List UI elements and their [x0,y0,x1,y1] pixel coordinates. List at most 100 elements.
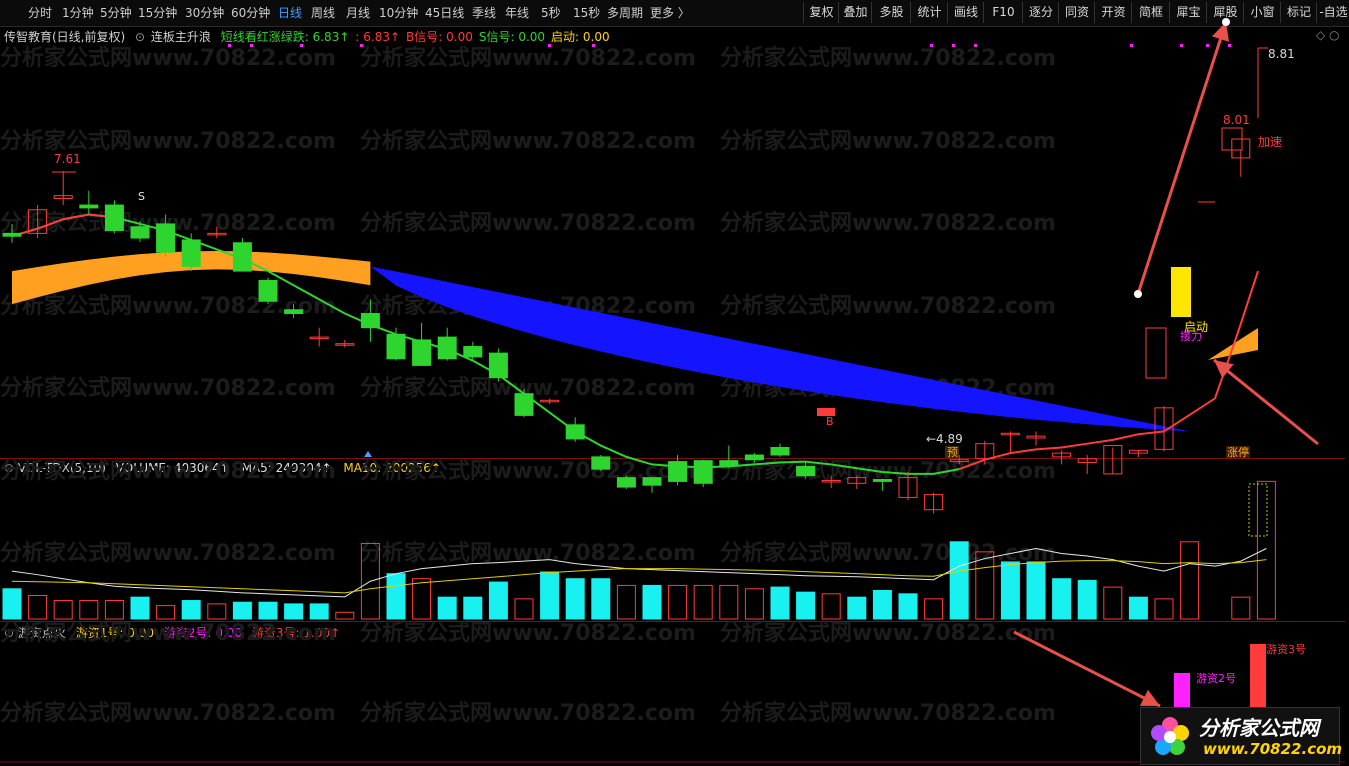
watermark-text: 分析家公式网www.70822.com [360,620,696,646]
candle-body[interactable] [488,352,508,379]
volume-bar [591,578,611,620]
candle-body[interactable] [79,204,99,209]
ma-band-layer [12,250,1258,432]
accelerate-label: 加速 [1258,135,1282,149]
logo-title: 分析家公式网 [1199,716,1319,740]
watermark-text: 分析家公式网www.70822.com [720,620,1056,646]
volume-bar [616,584,636,620]
kline-chart[interactable]: 分析家公式网www.70822.com 分析家公式网www.70822.com 分析… [0,0,1349,766]
volume-bar [412,578,432,620]
signal-dot [1130,44,1133,47]
volume-bar [309,603,329,620]
relay-label: 接力 [1180,330,1202,343]
candle-body[interactable] [770,446,790,456]
volume-bar [744,588,764,620]
volume-bar-projection [1248,483,1268,537]
volume-bar [1128,596,1148,620]
volume-bar [540,571,560,620]
arrow-anchor-dot [1134,290,1142,298]
volume-bar [1231,596,1251,620]
volume-bar [104,600,124,620]
volume-bar [284,603,304,620]
watermark-text: 分析家公式网www.70822.com [0,293,336,319]
candle-body[interactable] [616,477,636,488]
candle-body[interactable] [668,461,688,482]
volume-bar [2,588,22,620]
volume-bar [258,601,278,620]
watermark-text: 分析家公式网www.70822.com [720,210,1056,236]
price-high-left-label: 7.61 [54,152,81,166]
arrow-anchor-dot [1222,18,1230,26]
candle-body[interactable] [463,346,483,358]
candle-body[interactable] [565,424,585,440]
volume-bar [847,596,867,620]
start-signal-bar [1171,267,1191,317]
watermark-text: 分析家公式网www.70822.com [720,45,1056,71]
volume-bar [693,584,713,620]
flower-logo-icon [1151,717,1189,755]
s-signal-mark: S [138,190,145,203]
candle-body[interactable] [156,223,176,253]
volume-bar [1077,579,1097,620]
candle-body[interactable] [796,465,816,477]
candle-body[interactable] [591,456,611,470]
volume-bar [335,611,355,620]
candle-body[interactable] [130,226,150,239]
price-low-label: ←4.89 [926,432,963,446]
candle-body[interactable] [258,280,278,302]
candle-body[interactable] [693,460,713,484]
watermark-text: 分析家公式网www.70822.com [0,700,336,726]
candle-body[interactable] [1145,327,1167,379]
volume-bar [514,598,534,620]
marker-triangle-icon [364,451,372,457]
candle-body[interactable] [642,477,662,486]
candle-body[interactable] [181,239,201,267]
capital2-bar [1174,673,1190,707]
candle-body[interactable] [104,204,124,232]
volume-bar [232,601,252,620]
volume-bar [924,598,944,620]
signal-dot [300,44,303,47]
watermark-text: 分析家公式网www.70822.com [0,45,336,71]
signal-dot [952,44,955,47]
volume-bar [821,593,841,620]
volume-bar [1103,586,1123,620]
candle-body[interactable] [2,232,22,237]
volume-bar [872,589,892,620]
signal-dot [360,44,363,47]
volume-bar [1026,561,1046,620]
candle-body[interactable] [514,393,534,416]
volume-bar [1256,480,1276,620]
watermark-text: 分析家公式网www.70822.com [0,128,336,154]
volume-bar [642,584,662,620]
candle-body[interactable] [412,339,432,366]
candle-body[interactable] [284,309,304,315]
annotation-arrow-up [1136,21,1228,295]
candle-body[interactable] [719,460,739,466]
volume-bar [181,600,201,620]
logo-url: www.70822.com [1203,740,1343,758]
annotation-arrow-capital [1013,630,1161,708]
watermark-text: 分析家公式网www.70822.com [0,458,336,484]
volume-bar [668,584,688,620]
candle-body[interactable] [744,454,764,461]
signal-dot [1228,44,1231,47]
signal-dot [548,44,551,47]
volume-bar [719,584,739,620]
volume-bar [1052,578,1072,620]
candle-body[interactable] [437,336,457,360]
volume-bar [898,593,918,620]
signal-dot [228,44,231,47]
candle-body[interactable] [232,242,252,272]
candle-body[interactable] [360,313,380,329]
candle-body[interactable] [872,479,892,482]
signal-dot [592,44,595,47]
volume-bar [1180,541,1200,620]
price-mid-right-label: 8.01 [1223,113,1250,127]
candle-body[interactable] [386,333,406,360]
annotation-arrow-band [1213,358,1319,446]
volume-bar [156,605,176,620]
volume-bar [130,596,150,620]
signal-dot [974,44,977,47]
signal-dot [1180,44,1183,47]
